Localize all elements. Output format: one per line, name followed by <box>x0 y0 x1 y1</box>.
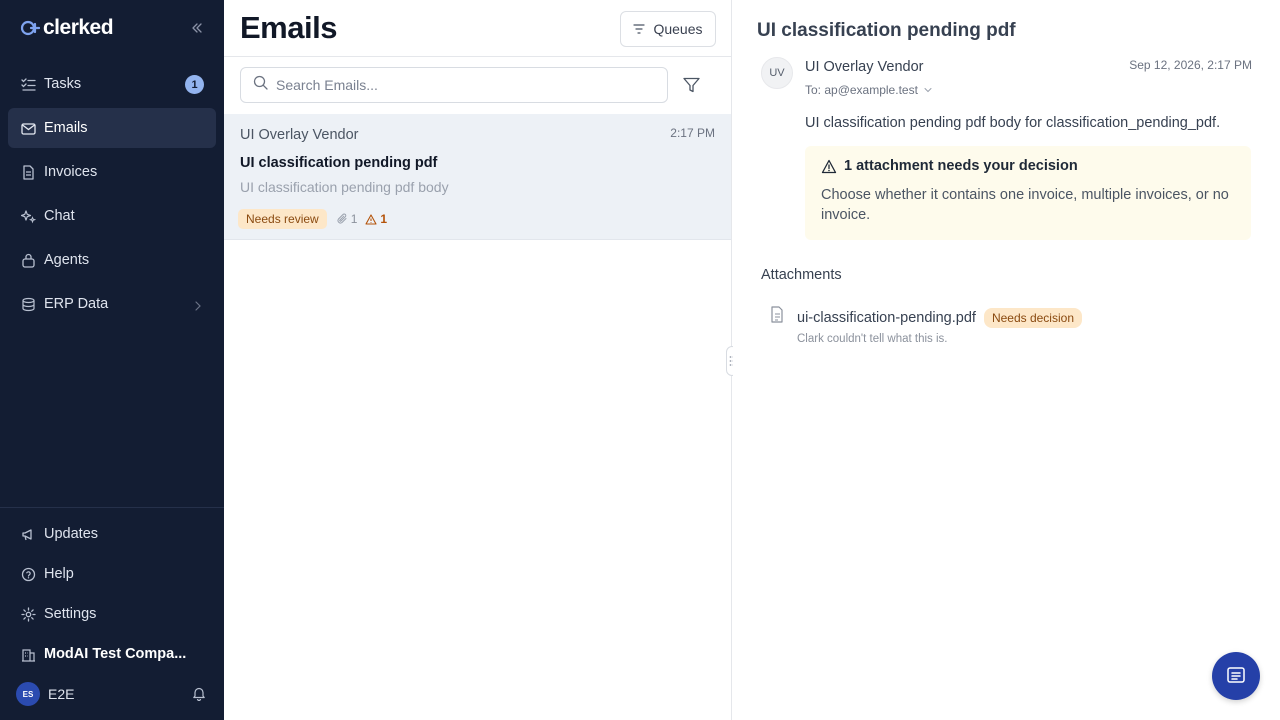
sidebar-divider <box>0 507 224 508</box>
sidebar-item-emails[interactable]: Emails <box>8 108 216 148</box>
company-name: ModAI Test Compa... <box>44 646 187 662</box>
queues-button[interactable]: Queues <box>620 11 716 47</box>
attachment-note: Clark couldn't tell what this is. <box>797 333 948 345</box>
sidebar-item-label: Updates <box>44 526 99 542</box>
email-list-item[interactable]: UI Overlay Vendor 2:17 PM UI classificat… <box>224 114 731 240</box>
recipient-text: To: ap@example.test <box>805 83 918 97</box>
logo-icon <box>20 18 41 38</box>
sender-avatar: UV <box>761 57 793 89</box>
filter-button[interactable] <box>680 75 702 95</box>
sidebar: clerked Tasks 1 Emails Invoices Chat Age… <box>0 0 224 720</box>
header-divider <box>224 56 732 57</box>
sidebar-item-invoices[interactable]: Invoices <box>8 152 216 192</box>
company-switcher[interactable]: ModAI Test Compa... <box>8 637 216 671</box>
attachment-count-value: 1 <box>350 212 358 226</box>
paperclip-icon <box>337 213 347 224</box>
recipients-toggle[interactable]: To: ap@example.test <box>805 83 932 97</box>
chevron-down-icon <box>924 88 932 93</box>
page-title: Emails <box>240 10 337 45</box>
help-circle-icon <box>20 566 36 582</box>
sidebar-item-label: Chat <box>44 208 75 224</box>
bell-icon[interactable] <box>192 686 206 706</box>
sidebar-item-label: Settings <box>44 606 97 622</box>
file-icon <box>20 164 36 180</box>
email-detail-date: Sep 12, 2026, 2:17 PM <box>1129 58 1252 72</box>
search-icon <box>253 75 268 95</box>
collapse-sidebar-button[interactable] <box>187 18 207 38</box>
sidebar-item-updates[interactable]: Updates <box>8 517 216 551</box>
chat-button[interactable] <box>1212 652 1260 700</box>
database-icon <box>20 296 36 312</box>
email-sender: UI Overlay Vendor <box>240 127 359 143</box>
queues-label: Queues <box>653 21 703 37</box>
user-name: E2E <box>48 686 75 702</box>
sidebar-item-chat[interactable]: Chat <box>8 196 216 236</box>
filter-lines-icon <box>633 24 646 34</box>
mail-icon <box>20 120 36 136</box>
warning-count: 1 <box>365 212 387 226</box>
sidebar-item-label: Invoices <box>44 164 98 180</box>
email-time: 2:17 PM <box>670 126 715 140</box>
avatar: ES <box>16 682 40 706</box>
chevrons-left-icon <box>192 23 202 33</box>
email-subject: UI classification pending pdf <box>240 155 438 171</box>
email-detail-subject: UI classification pending pdf <box>757 20 1016 41</box>
warning-count-value: 1 <box>380 212 388 226</box>
email-detail-pane: UI classification pending pdf UV UI Over… <box>733 0 1280 720</box>
sparkle-icon <box>20 208 36 224</box>
search-box[interactable] <box>240 67 668 103</box>
funnel-icon <box>682 77 700 93</box>
email-body: UI classification pending pdf body for c… <box>805 115 1221 131</box>
logo-text: clerked <box>43 16 114 39</box>
building-icon <box>20 646 36 662</box>
gear-icon <box>20 606 36 622</box>
search-input[interactable] <box>276 77 656 93</box>
sidebar-item-erp-data[interactable]: ERP Data <box>8 284 216 324</box>
agent-icon <box>20 252 36 268</box>
chat-icon <box>1227 667 1245 683</box>
sidebar-item-agents[interactable]: Agents <box>8 240 216 280</box>
sidebar-item-label: Emails <box>44 120 88 136</box>
tasks-icon <box>20 76 36 92</box>
warning-triangle-icon <box>365 213 377 225</box>
email-detail-sender: UI Overlay Vendor <box>805 59 924 75</box>
chevron-right-icon <box>194 298 202 316</box>
megaphone-icon <box>20 526 36 542</box>
sidebar-item-tasks[interactable]: Tasks 1 <box>8 64 216 104</box>
decision-alert: 1 attachment needs your decision Choose … <box>805 146 1251 240</box>
tasks-count-badge: 1 <box>185 75 204 94</box>
status-badge: Needs decision <box>983 307 1082 328</box>
alert-title: 1 attachment needs your decision <box>821 158 1078 174</box>
sidebar-item-settings[interactable]: Settings <box>8 597 216 631</box>
attachment-item[interactable]: ui-classification-pending.pdf Needs deci… <box>769 306 1082 329</box>
alert-text: Choose whether it contains one invoice, … <box>821 187 1229 223</box>
app-logo[interactable]: clerked <box>20 16 114 40</box>
attachment-name[interactable]: ui-classification-pending.pdf <box>797 310 976 326</box>
sidebar-item-label: Help <box>44 566 74 582</box>
sidebar-item-label: Agents <box>44 252 90 268</box>
warning-triangle-icon <box>821 159 837 173</box>
sidebar-item-label: ERP Data <box>44 296 109 312</box>
sidebar-item-help[interactable]: Help <box>8 557 216 591</box>
email-badges: Needs review 1 1 <box>238 209 387 229</box>
sidebar-item-label: Tasks <box>44 76 82 92</box>
attachments-heading: Attachments <box>761 267 842 283</box>
document-icon <box>769 306 785 329</box>
email-preview: UI classification pending pdf body <box>240 179 449 195</box>
status-badge: Needs review <box>238 209 327 229</box>
attachment-count: 1 <box>337 212 358 226</box>
alert-title-text: 1 attachment needs your decision <box>844 158 1078 174</box>
email-list-pane: Emails Queues UI Overlay Vendor 2:17 PM … <box>224 0 732 720</box>
user-profile[interactable]: ES E2E <box>16 682 216 706</box>
